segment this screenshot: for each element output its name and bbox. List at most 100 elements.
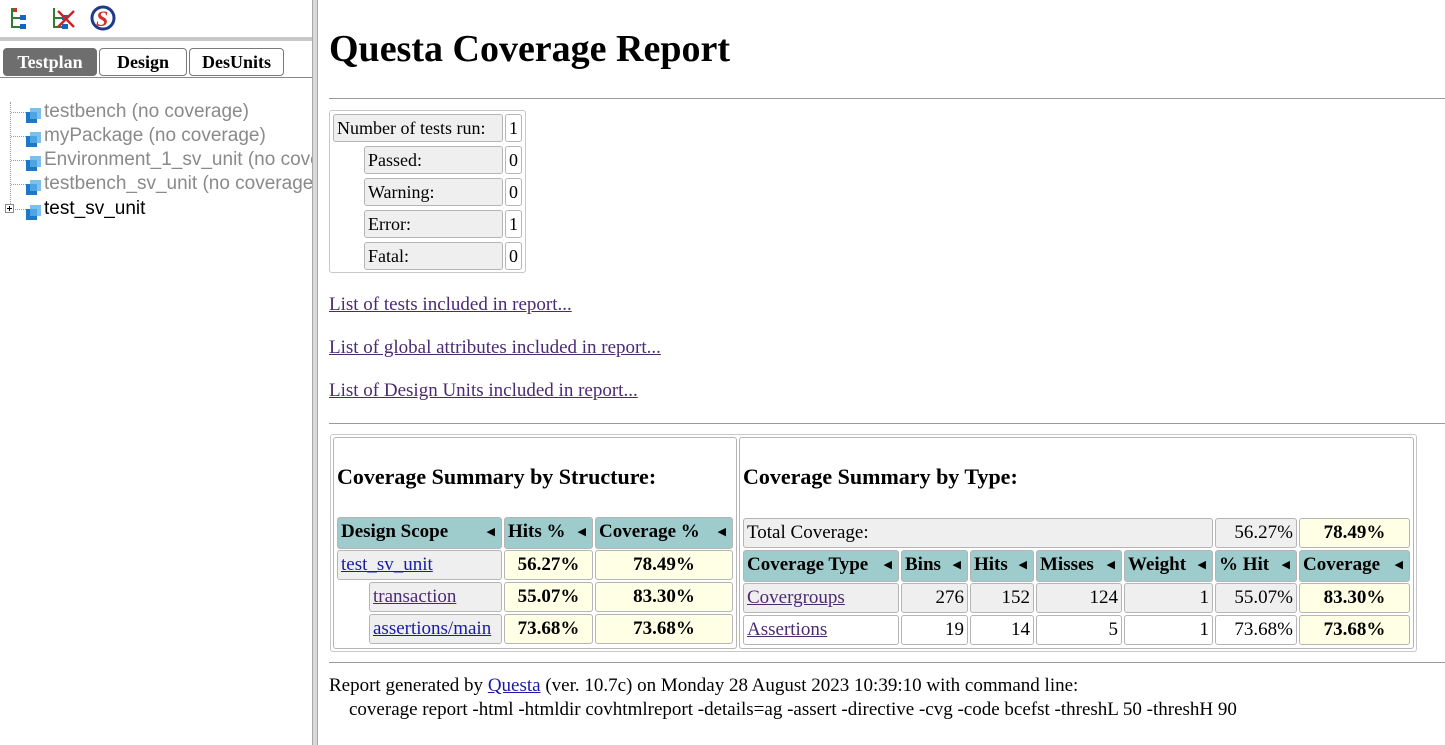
percent-hit-cell: 55.07% — [1215, 583, 1297, 613]
coverage-type-header[interactable]: Coverage Type ◀ — [743, 550, 899, 582]
sort-arrow-icon: ◀ — [1018, 559, 1027, 571]
footer-command-line: coverage report -html -htmldir covhtmlre… — [349, 699, 1237, 720]
tests-run-label: Number of tests run: — [333, 114, 503, 142]
type-summary-panel: Coverage Summary by Type: Total Coverage… — [739, 437, 1414, 649]
tree-node-icon — [26, 130, 41, 147]
covergroups-link[interactable]: Covergroups — [747, 587, 845, 608]
tree-connector — [11, 184, 26, 185]
coverage-cell: 83.30% — [595, 582, 733, 612]
report-footer: Report generated by Questa (ver. 10.7c) … — [329, 674, 1237, 722]
coverage-cell: 73.68% — [1299, 615, 1410, 645]
tab-testplan[interactable]: Testplan — [3, 48, 97, 76]
divider-line — [329, 98, 1445, 99]
svg-text:S: S — [96, 6, 108, 31]
hits-cell: 55.07% — [504, 582, 593, 612]
divider-line — [329, 662, 1445, 663]
scope-link[interactable]: transaction — [373, 586, 456, 607]
sidebar-toolbar: S — [0, 0, 312, 38]
misses-header[interactable]: Misses ◀ — [1036, 550, 1122, 582]
sort-arrow-icon: ◀ — [1106, 559, 1115, 571]
total-coverage-label: Total Coverage: — [743, 518, 1213, 548]
hits-cell: 56.27% — [504, 550, 593, 580]
hits-cell: 152 — [970, 583, 1034, 613]
percent-hit-header[interactable]: % Hit ◀ — [1215, 550, 1297, 582]
warning-label: Warning: — [364, 178, 503, 206]
misses-cell: 124 — [1036, 583, 1122, 613]
questa-logo-icon[interactable]: S — [90, 5, 116, 31]
scope-link[interactable]: assertions/main — [373, 618, 491, 639]
hits-cell: 14 — [970, 615, 1034, 645]
fatal-label: Fatal: — [364, 242, 503, 270]
tree-node-icon — [26, 154, 41, 171]
page-title: Questa Coverage Report — [329, 28, 731, 70]
type-summary-title: Coverage Summary by Type: — [743, 464, 1018, 489]
left-sidebar: S Testplan Design DesUnits testbench (no… — [0, 0, 312, 745]
design-scope-header[interactable]: Design Scope ◀ — [337, 517, 502, 549]
coverage-cell: 83.30% — [1299, 583, 1410, 613]
footer-generated-line: Report generated by Questa (ver. 10.7c) … — [329, 675, 1079, 696]
structure-summary-panel: Coverage Summary by Structure: Design Sc… — [333, 437, 737, 649]
tab-desunits[interactable]: DesUnits — [189, 48, 284, 76]
coverage-cell: 78.49% — [595, 550, 733, 580]
tree-connector — [11, 112, 26, 113]
hierarchy-delete-icon[interactable] — [50, 5, 76, 31]
weight-header[interactable]: Weight ◀ — [1124, 550, 1213, 582]
weight-cell: 1 — [1124, 615, 1213, 645]
warning-value: 0 — [505, 178, 522, 206]
passed-value: 0 — [505, 146, 522, 174]
tree-item[interactable]: myPackage (no coverage) — [0, 124, 312, 148]
tree-node-icon — [26, 178, 41, 195]
sort-arrow-icon: ◀ — [952, 559, 961, 571]
error-value: 1 — [505, 210, 522, 238]
divider-line — [329, 423, 1445, 424]
tree-item-label: testbench (no coverage) — [44, 101, 249, 122]
passed-label: Passed: — [364, 146, 503, 174]
type-coverage-header[interactable]: Coverage ◀ — [1299, 550, 1410, 582]
tree-connector — [15, 209, 26, 210]
tests-list-link[interactable]: List of tests included in report... — [329, 294, 572, 316]
hierarchy-icon[interactable] — [8, 5, 34, 31]
table-row: transaction — [369, 582, 502, 612]
tests-run-value: 1 — [505, 114, 522, 142]
tab-design[interactable]: Design — [99, 48, 187, 76]
table-row: Assertions — [743, 615, 899, 645]
sort-arrow-icon: ◀ — [883, 559, 892, 571]
toolbar-separator — [0, 37, 312, 41]
report-main: Questa Coverage Report Number of tests r… — [329, 0, 1445, 745]
tree-node-icon — [26, 106, 41, 123]
hits-header[interactable]: Hits % ◀ — [504, 517, 593, 549]
table-row: test_sv_unit — [337, 550, 502, 580]
sort-arrow-icon: ◀ — [1197, 559, 1206, 571]
scope-link[interactable]: test_sv_unit — [341, 554, 433, 575]
sort-arrow-icon: ◀ — [486, 526, 495, 538]
assertions-link[interactable]: Assertions — [747, 619, 827, 640]
sort-arrow-icon: ◀ — [1281, 559, 1290, 571]
misses-cell: 5 — [1036, 615, 1122, 645]
fatal-value: 0 — [505, 242, 522, 270]
tree-item-label: test_sv_unit — [44, 198, 146, 219]
tree-connector — [11, 160, 26, 161]
percent-hit-cell: 73.68% — [1215, 615, 1297, 645]
tree-item[interactable]: testbench (no coverage) — [0, 100, 312, 124]
coverage-summary: Coverage Summary by Structure: Design Sc… — [330, 434, 1417, 652]
total-hit-value: 56.27% — [1215, 518, 1297, 548]
global-attributes-link[interactable]: List of global attributes included in re… — [329, 337, 661, 359]
tree-item-label: Environment_1_sv_unit (no coverage) — [44, 149, 312, 170]
tree-item[interactable]: test_sv_unit — [0, 197, 312, 221]
tree-item[interactable]: testbench_sv_unit (no coverage) — [0, 172, 312, 196]
design-units-link[interactable]: List of Design Units included in report.… — [329, 380, 638, 402]
hits-cell: 73.68% — [504, 614, 593, 644]
expand-icon[interactable] — [5, 204, 14, 213]
type-hits-header[interactable]: Hits ◀ — [970, 550, 1034, 582]
tests-summary-table: Number of tests run: 1 Passed: 0 Warning… — [329, 110, 526, 273]
tree-item[interactable]: Environment_1_sv_unit (no coverage) — [0, 148, 312, 172]
coverage-cell: 73.68% — [595, 614, 733, 644]
tree-item-label: myPackage (no coverage) — [44, 125, 266, 146]
table-row: assertions/main — [369, 614, 502, 644]
coverage-header[interactable]: Coverage % ◀ — [595, 517, 733, 549]
bins-header[interactable]: Bins ◀ — [901, 550, 968, 582]
bins-cell: 276 — [901, 583, 968, 613]
total-coverage-value: 78.49% — [1299, 518, 1410, 548]
questa-link[interactable]: Questa — [488, 675, 541, 696]
panel-splitter[interactable] — [312, 0, 318, 745]
